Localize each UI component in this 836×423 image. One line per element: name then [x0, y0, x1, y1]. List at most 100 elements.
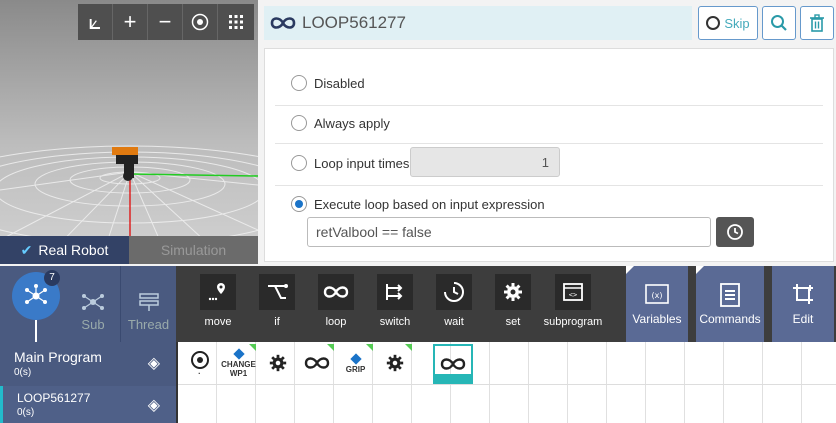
triangle-marker [696, 266, 704, 274]
node-set[interactable] [260, 344, 295, 382]
cmd-subprogram-label: subprogram [543, 316, 603, 328]
status-marker [405, 344, 412, 351]
node-set[interactable] [377, 344, 412, 382]
option-always-apply[interactable]: Always apply [291, 115, 390, 131]
program-tabs: 7 Sub Thread [0, 266, 176, 342]
node-loop-selected[interactable] [433, 344, 473, 384]
node-label: GRIP [345, 364, 366, 374]
tab-thread[interactable]: Thread [120, 266, 176, 342]
simulation-label: Simulation [160, 242, 227, 258]
radio-disabled[interactable] [291, 75, 307, 91]
tab-sub-label: Sub [81, 317, 105, 332]
loop-icon [304, 357, 329, 369]
search-button[interactable] [762, 6, 796, 40]
row-divider [178, 384, 836, 385]
layers-icon[interactable]: ◈ [148, 353, 160, 373]
mode-switch: ✔ Real Robot Simulation [0, 236, 258, 264]
delete-button[interactable] [800, 6, 834, 40]
cmd-if[interactable]: if [250, 274, 304, 328]
cmd-loop-label: loop [325, 316, 347, 328]
cmd-subprogram[interactable]: <> subprogram [538, 274, 608, 328]
radio-always-apply[interactable] [291, 115, 307, 131]
status-marker [327, 344, 334, 351]
eye-icon[interactable] [183, 4, 218, 40]
edit-label: Edit [792, 312, 814, 326]
if-branch-icon [259, 274, 295, 310]
skip-label: Skip [724, 15, 750, 31]
zoom-out-icon[interactable]: − [148, 4, 183, 40]
layers-icon[interactable]: ◈ [148, 395, 160, 415]
node-home[interactable]: · [182, 344, 217, 382]
option-disabled[interactable]: Disabled [291, 75, 365, 91]
option-loop-input-times-label: Loop input times: [314, 155, 414, 171]
cmd-set[interactable]: set [486, 274, 540, 328]
gear-icon [495, 274, 531, 310]
commands-button[interactable]: Commands [696, 266, 764, 342]
cmd-loop[interactable]: loop [309, 274, 363, 328]
sub-network-icon [82, 294, 104, 310]
loop-times-input[interactable]: 1 [410, 147, 560, 177]
toggle-circle-icon [706, 16, 721, 30]
program-row-main[interactable]: Main Program 0(s) ◈ [0, 342, 176, 384]
program-timeline[interactable]: · CHANGE WP1 GRIP [176, 342, 836, 423]
option-execute-expression[interactable]: Execute loop based on input expression [291, 196, 545, 212]
radio-execute-expression[interactable] [291, 196, 307, 212]
robot-3d-viewport[interactable]: ⟀ + − ✔ Real Robot Simulation [0, 0, 258, 264]
loop-icon [318, 274, 354, 310]
trash-icon [810, 14, 824, 32]
selection-bar [435, 374, 471, 382]
grid-icon[interactable] [218, 4, 253, 40]
gear-icon [386, 354, 403, 372]
commands-list-icon [720, 283, 740, 307]
zoom-in-icon[interactable]: + [113, 4, 148, 40]
option-loop-input-times[interactable]: Loop input times: [291, 155, 413, 171]
thread-icon [138, 293, 159, 311]
edit-button[interactable]: Edit [772, 266, 834, 342]
radio-loop-input-times[interactable] [291, 155, 307, 171]
cmd-if-label: if [274, 316, 280, 328]
variables-icon: (x) [645, 284, 669, 304]
subprogram-icon: <> [555, 274, 591, 310]
cmd-switch-label: switch [379, 316, 411, 328]
node-label: CHANGE [221, 360, 256, 369]
history-button[interactable] [716, 217, 754, 247]
tab-connector [35, 320, 37, 342]
tab-thread-label: Thread [127, 317, 170, 332]
check-icon: ✔ [20, 241, 33, 258]
real-robot-tab[interactable]: ✔ Real Robot [0, 236, 129, 264]
real-robot-label: Real Robot [38, 242, 109, 258]
cmd-wait[interactable]: wait [427, 274, 481, 328]
tab-sub[interactable]: Sub [66, 266, 120, 342]
program-time: 0(s) [14, 366, 32, 378]
home-target-icon [190, 351, 209, 369]
loop-icon [270, 17, 296, 29]
node-grip[interactable]: GRIP [338, 344, 373, 382]
axes-icon[interactable]: ⟀ [78, 4, 113, 40]
network-icon [25, 284, 47, 304]
program-count-badge: 7 [44, 270, 60, 286]
status-marker [366, 344, 373, 351]
node-loop[interactable] [299, 344, 334, 382]
move-icon [200, 274, 236, 310]
node-sublabel: WP1 [229, 369, 248, 378]
history-icon [727, 224, 743, 240]
viewport-toolbar: ⟀ + − [78, 4, 254, 40]
cmd-wait-label: wait [444, 316, 464, 328]
program-row-loop[interactable]: LOOP561277 0(s) ◈ [0, 386, 176, 423]
status-marker [249, 344, 256, 351]
skip-toggle[interactable]: Skip [698, 6, 758, 40]
command-title-bar: LOOP561277 [264, 6, 692, 40]
command-title: LOOP561277 [302, 13, 406, 32]
triangle-marker [626, 266, 634, 274]
variables-button[interactable]: (x) Variables [626, 266, 688, 342]
option-always-apply-label: Always apply [314, 115, 390, 131]
node-change-wp1[interactable]: CHANGE WP1 [221, 344, 256, 382]
simulation-tab[interactable]: Simulation [129, 236, 258, 264]
cmd-move[interactable]: move [191, 274, 245, 328]
search-icon [771, 15, 787, 31]
commands-label: Commands [699, 312, 761, 326]
cmd-switch[interactable]: switch [368, 274, 422, 328]
diamond-icon [349, 352, 362, 365]
loop-options-panel: Disabled Always apply Loop input times: … [264, 48, 834, 262]
expression-input[interactable]: retValbool == false [307, 217, 711, 247]
